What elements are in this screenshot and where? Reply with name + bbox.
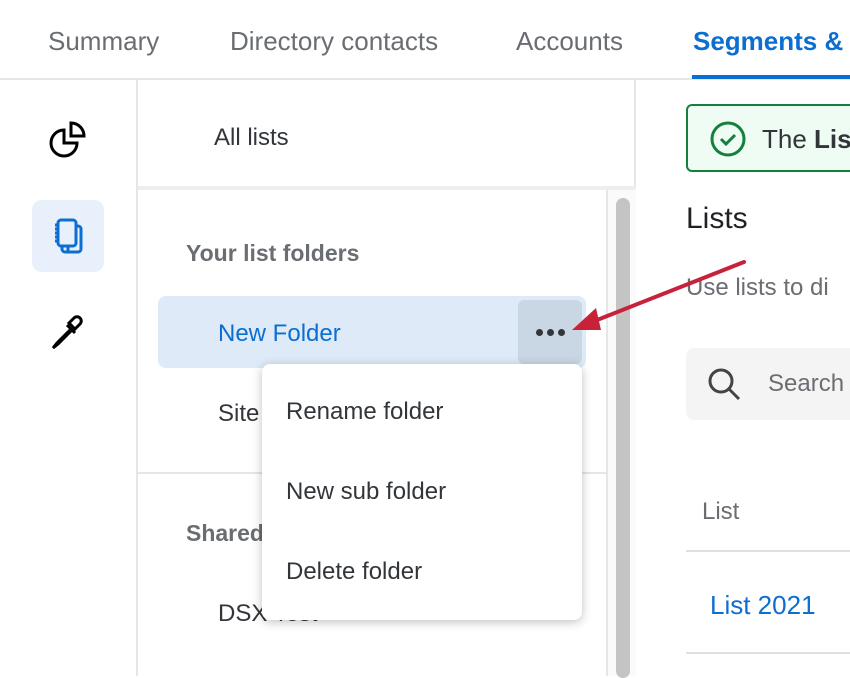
- folder-scrollbar[interactable]: [606, 190, 636, 676]
- scrollbar-thumb[interactable]: [616, 198, 630, 678]
- divider: [686, 652, 850, 654]
- side-rail: [0, 80, 138, 676]
- all-lists-label: All lists: [214, 124, 289, 152]
- banner-text: The: [762, 124, 814, 154]
- tab-summary[interactable]: Summary: [48, 26, 159, 57]
- all-lists-item[interactable]: All lists: [138, 80, 636, 190]
- description: Use lists to di: [686, 274, 829, 302]
- divider: [686, 550, 850, 552]
- rail-item-eyedropper[interactable]: [32, 296, 104, 368]
- eyedropper-icon: [46, 310, 90, 354]
- search-placeholder: Search: [768, 370, 844, 398]
- tab-segments[interactable]: Segments &: [693, 26, 843, 57]
- rail-item-lists[interactable]: [32, 200, 104, 272]
- tab-directory-contacts[interactable]: Directory contacts: [230, 26, 438, 57]
- folder-label: Site: [218, 400, 259, 428]
- tab-bar: Summary Directory contacts Accounts Segm…: [0, 0, 850, 80]
- folder-more-options-button[interactable]: [518, 300, 582, 364]
- tab-accounts[interactable]: Accounts: [516, 26, 623, 57]
- menu-item-rename-folder[interactable]: Rename folder: [286, 398, 443, 426]
- active-tab-indicator: [692, 75, 850, 79]
- success-banner: The List: [686, 104, 850, 172]
- shared-folders-heading: Shared: [186, 520, 264, 547]
- column-header-list[interactable]: List: [702, 498, 739, 526]
- pie-chart-icon: [46, 118, 90, 162]
- search-icon: [706, 366, 742, 402]
- check-circle-icon: [710, 121, 746, 157]
- rail-item-dashboards[interactable]: [32, 104, 104, 176]
- search-input[interactable]: Search: [686, 348, 850, 420]
- main-content: The List Lists Use lists to di Search Li…: [636, 80, 850, 676]
- folder-item-new-folder[interactable]: New Folder: [158, 296, 586, 368]
- your-folders-heading: Your list folders: [186, 240, 359, 267]
- list-link[interactable]: List 2021: [710, 590, 816, 621]
- menu-item-delete-folder[interactable]: Delete folder: [286, 558, 422, 586]
- notebook-icon: [46, 214, 90, 258]
- page-title: Lists: [686, 202, 748, 236]
- folder-context-menu: Rename folder New sub folder Delete fold…: [262, 364, 582, 620]
- menu-item-new-sub-folder[interactable]: New sub folder: [286, 478, 446, 506]
- banner-bold-text: List: [814, 124, 850, 154]
- folder-label: New Folder: [218, 320, 341, 348]
